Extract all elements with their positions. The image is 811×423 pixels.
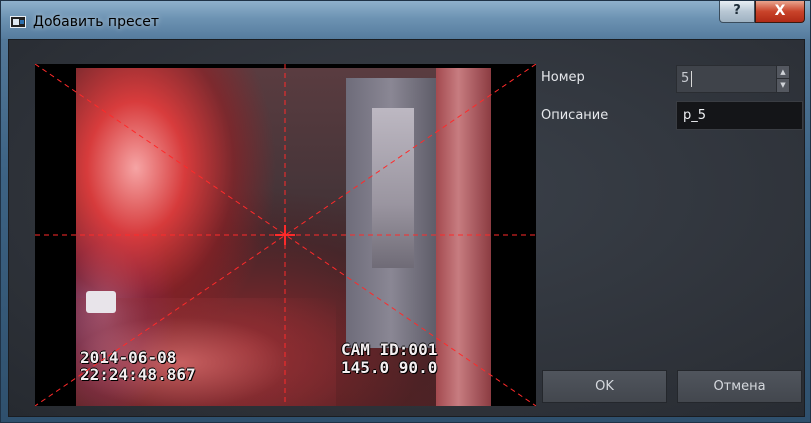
spin-up-icon[interactable]: ▲ bbox=[777, 66, 789, 79]
spin-arrows[interactable]: ▲ ▼ bbox=[776, 66, 789, 92]
number-spinbox[interactable]: 5 ▲ ▼ bbox=[676, 65, 790, 93]
close-button[interactable]: X bbox=[755, 1, 805, 23]
dialog-content: 2014-06-08 22:24:48.867 CAM ID:001 145.0… bbox=[8, 39, 805, 417]
video-preview[interactable]: 2014-06-08 22:24:48.867 CAM ID:001 145.0… bbox=[35, 64, 536, 406]
description-field[interactable]: p_5 bbox=[676, 101, 803, 130]
title-bar[interactable]: Добавить пресет ? X bbox=[1, 1, 810, 39]
number-value[interactable]: 5 bbox=[681, 71, 693, 87]
number-label: Номер bbox=[541, 70, 585, 85]
ok-button[interactable]: OK bbox=[542, 370, 667, 403]
help-button[interactable]: ? bbox=[719, 1, 755, 23]
cancel-button[interactable]: Отмена bbox=[677, 370, 802, 403]
app-icon bbox=[10, 16, 26, 28]
description-label: Описание bbox=[541, 108, 609, 123]
crosshair-overlay bbox=[35, 64, 536, 406]
spin-down-icon[interactable]: ▼ bbox=[777, 79, 789, 92]
dialog-window: Добавить пресет ? X 2014-06-08 22:24:48.… bbox=[0, 0, 811, 423]
window-title: Добавить пресет bbox=[33, 14, 160, 30]
description-value[interactable]: p_5 bbox=[683, 108, 706, 124]
